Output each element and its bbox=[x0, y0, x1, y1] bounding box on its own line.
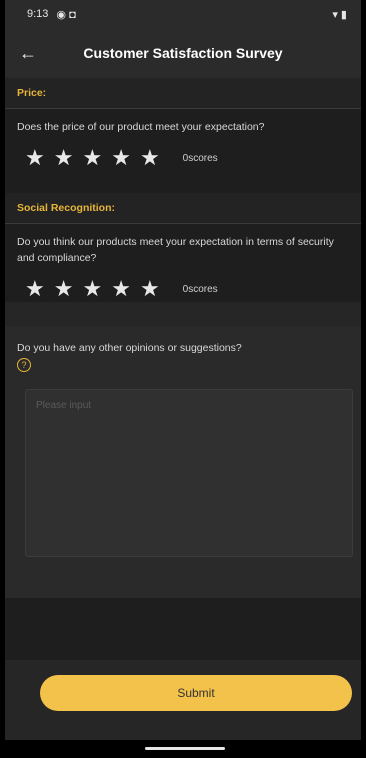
question-opinion: Do you have any other opinions or sugges… bbox=[5, 332, 361, 373]
rating-row-price: ★ ★ ★ ★ ★ 0scores bbox=[5, 135, 361, 171]
system-nav-bar bbox=[5, 740, 361, 758]
star-icon[interactable]: ★ bbox=[25, 147, 45, 169]
divider-band bbox=[5, 302, 361, 326]
star-icon[interactable]: ★ bbox=[111, 278, 131, 300]
phone-screen: 9:13 ◉ ◘ ▾ ▮ ← Customer Satisfaction Sur… bbox=[5, 0, 361, 758]
question-price: Does the price of our product meet your … bbox=[17, 121, 265, 133]
question-social: Do you think our products meet your expe… bbox=[17, 236, 334, 264]
score-label: 0scores bbox=[182, 283, 218, 295]
star-icon[interactable]: ★ bbox=[82, 278, 102, 300]
status-right: ▾ ▮ bbox=[332, 8, 347, 21]
suggestions-input[interactable] bbox=[34, 398, 348, 552]
star-icon[interactable]: ★ bbox=[140, 278, 160, 300]
star-icon[interactable]: ★ bbox=[54, 147, 74, 169]
page-title: Customer Satisfaction Survey bbox=[83, 45, 283, 61]
help-icon[interactable]: ? bbox=[17, 358, 31, 372]
notification-icons: ◉ ◘ bbox=[56, 8, 76, 21]
home-indicator[interactable] bbox=[145, 747, 225, 750]
star-icon[interactable]: ★ bbox=[82, 147, 102, 169]
score-label: 0scores bbox=[182, 152, 218, 164]
status-bar: 9:13 ◉ ◘ ▾ ▮ bbox=[5, 0, 361, 28]
star-icon[interactable]: ★ bbox=[140, 147, 160, 169]
footer: Submit bbox=[5, 660, 361, 740]
status-left: 9:13 ◉ ◘ bbox=[27, 8, 76, 21]
section-price: Price: Does the price of our product mee… bbox=[5, 78, 361, 171]
star-icon[interactable]: ★ bbox=[111, 147, 131, 169]
section-social-recognition: Social Recognition: Do you think our pro… bbox=[5, 193, 361, 302]
submit-button[interactable]: Submit bbox=[40, 675, 352, 711]
clock: 9:13 bbox=[27, 8, 49, 20]
star-icon[interactable]: ★ bbox=[25, 278, 45, 300]
section-header-price: Price: bbox=[5, 78, 361, 109]
opinion-section: Do you have any other opinions or sugges… bbox=[5, 326, 361, 598]
star-icon[interactable]: ★ bbox=[54, 278, 74, 300]
section-header-social: Social Recognition: bbox=[5, 193, 361, 224]
app-bar: ← Customer Satisfaction Survey bbox=[5, 28, 361, 78]
opinion-question-text: Do you have any other opinions or sugges… bbox=[17, 342, 242, 354]
arrow-left-icon[interactable]: ← bbox=[19, 43, 47, 64]
suggestions-field bbox=[25, 389, 353, 557]
rating-row-social: ★ ★ ★ ★ ★ 0scores bbox=[5, 266, 361, 302]
signal-battery-icon: ▾ ▮ bbox=[332, 8, 347, 21]
